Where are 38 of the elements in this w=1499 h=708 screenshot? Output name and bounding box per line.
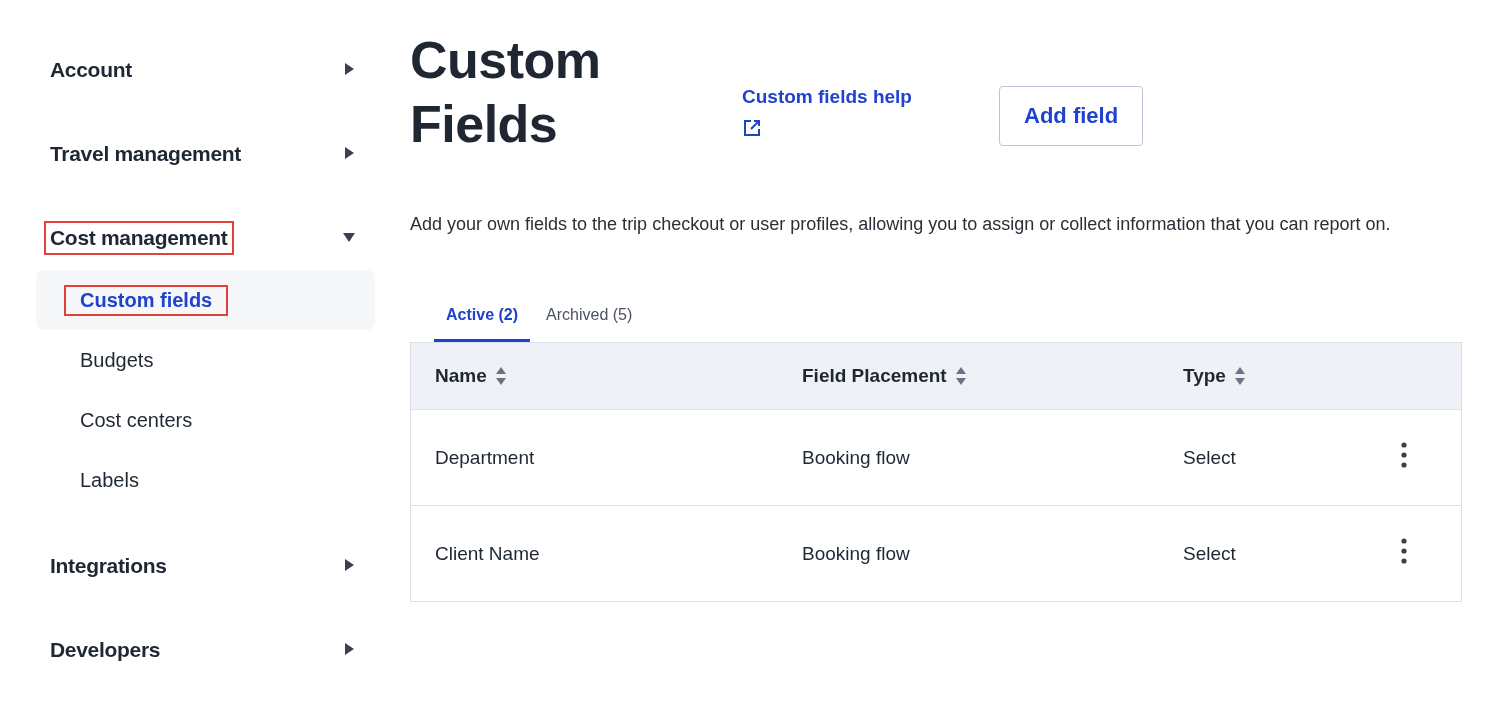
sort-icon[interactable] — [1233, 366, 1246, 386]
caret-right-icon[interactable] — [343, 147, 355, 159]
sidebar-section[interactable]: Account — [44, 53, 138, 87]
table-cell: Booking flow — [802, 542, 910, 564]
column-header[interactable]: Type — [1183, 365, 1226, 387]
table-cell: Select — [1183, 446, 1236, 468]
table-cell: Booking flow — [802, 446, 910, 468]
sidebar-item-label: Budgets — [79, 347, 155, 373]
sidebar-item-label: Labels — [79, 467, 140, 493]
sidebar-item[interactable]: Cost centers — [36, 390, 375, 450]
column-header[interactable]: Field Placement — [802, 365, 947, 387]
more-options-icon[interactable] — [1401, 442, 1407, 468]
tab[interactable]: Archived (5) — [534, 297, 645, 342]
sidebar-item[interactable]: Budgets — [36, 330, 375, 390]
caret-down-icon[interactable] — [343, 231, 355, 243]
sort-icon[interactable] — [954, 366, 967, 386]
column-header[interactable]: Name — [435, 365, 487, 387]
description-text: Add your own fields to the trip checkout or user profiles, allowing you to assign or collect information that you can report on. — [410, 213, 1392, 236]
sidebar-section[interactable]: Cost management — [44, 221, 234, 255]
table-cell: Select — [1183, 542, 1236, 564]
table-cell: Department — [435, 446, 535, 468]
sidebar-section[interactable]: Integrations — [44, 549, 173, 583]
add-field-button[interactable]: Add field — [999, 86, 1144, 146]
table-cell: Client Name — [435, 542, 540, 564]
more-options-icon[interactable] — [1401, 538, 1407, 564]
sidebar-section[interactable]: Developers — [44, 633, 167, 667]
caret-right-icon[interactable] — [343, 559, 355, 571]
caret-right-icon[interactable] — [343, 643, 355, 655]
page-title: Custom Fields — [410, 30, 602, 155]
help-link[interactable]: Custom fields help — [742, 86, 972, 108]
sidebar-item-label: Custom fields — [64, 284, 229, 316]
sidebar-section[interactable]: Travel management — [44, 137, 247, 171]
sidebar-item[interactable]: Custom fields — [36, 270, 375, 330]
sidebar-item-label: Cost centers — [79, 407, 194, 433]
caret-right-icon[interactable] — [343, 63, 355, 75]
sort-icon[interactable] — [494, 366, 507, 386]
external-link-icon[interactable] — [742, 118, 762, 138]
sidebar-item[interactable]: Labels — [36, 450, 375, 510]
